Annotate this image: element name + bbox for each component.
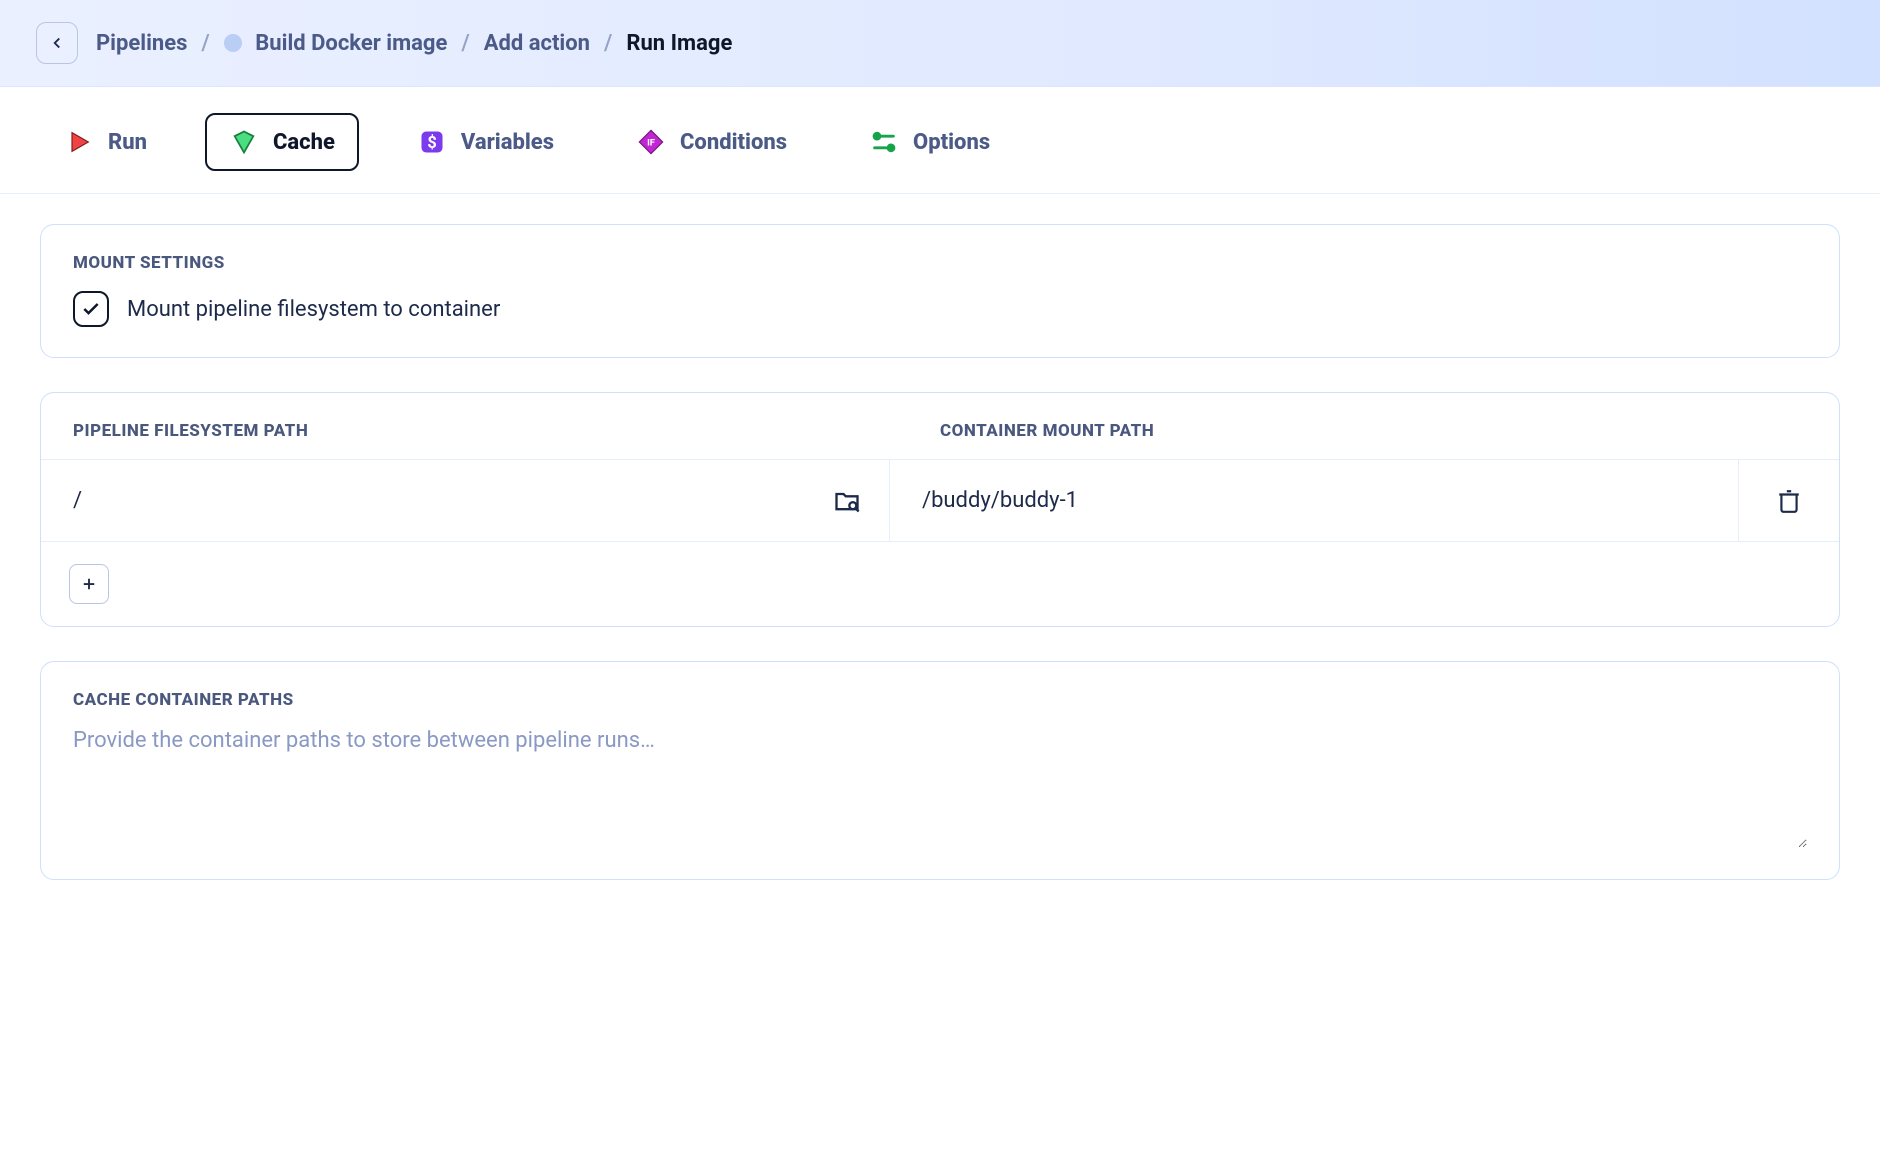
- tab-options[interactable]: Options: [845, 113, 1014, 171]
- svg-text:$: $: [427, 133, 436, 152]
- dollar-icon: $: [417, 127, 447, 157]
- cache-paths-title: Cache Container Paths: [41, 662, 1839, 728]
- path-headers: Pipeline Filesystem Path Container Mount…: [41, 393, 1839, 459]
- cache-paths-textarea[interactable]: [73, 728, 1807, 848]
- path-row: [41, 459, 1839, 541]
- tab-label: Options: [913, 130, 990, 155]
- add-path-button[interactable]: [69, 564, 109, 604]
- tab-label: Conditions: [680, 130, 787, 155]
- svg-text:IF: IF: [647, 138, 655, 149]
- crumb-label: Build Docker image: [255, 31, 447, 56]
- mount-checkbox-label: Mount pipeline filesystem to container: [127, 297, 500, 322]
- tab-cache[interactable]: Cache: [205, 113, 359, 171]
- crumb-run-image: Run Image: [626, 31, 732, 56]
- delete-path-button[interactable]: [1739, 460, 1839, 541]
- page-header: Pipelines / Build Docker image / Add act…: [0, 0, 1880, 87]
- shield-icon: [229, 127, 259, 157]
- cache-paths-panel: Cache Container Paths: [40, 661, 1840, 880]
- play-icon: [64, 127, 94, 157]
- mount-settings-title: Mount Settings: [41, 225, 1839, 291]
- crumb-separator: /: [604, 31, 612, 56]
- crumb-pipelines[interactable]: Pipelines: [96, 31, 187, 56]
- mount-filesystem-checkbox[interactable]: [73, 291, 109, 327]
- check-icon: [81, 299, 101, 319]
- main-content: Mount Settings Mount pipeline filesystem…: [0, 194, 1880, 964]
- mount-settings-panel: Mount Settings Mount pipeline filesystem…: [40, 224, 1840, 358]
- fs-path-input[interactable]: [73, 488, 857, 513]
- mount-checkbox-row: Mount pipeline filesystem to container: [41, 291, 1839, 357]
- container-path-input[interactable]: [922, 488, 1706, 513]
- trash-icon: [1776, 488, 1802, 514]
- tab-variables[interactable]: $ Variables: [393, 113, 578, 171]
- add-path-row: [41, 541, 1839, 626]
- fs-path-cell: [41, 460, 890, 541]
- chevron-left-icon: [48, 34, 66, 52]
- back-button[interactable]: [36, 22, 78, 64]
- tab-label: Variables: [461, 130, 554, 155]
- if-icon: IF: [636, 127, 666, 157]
- fs-path-header: Pipeline Filesystem Path: [73, 421, 940, 441]
- crumb-separator: /: [461, 31, 469, 56]
- folder-search-icon: [833, 487, 861, 515]
- tab-run[interactable]: Run: [40, 113, 171, 171]
- tab-label: Cache: [273, 130, 335, 155]
- crumb-add-action[interactable]: Add action: [484, 31, 590, 56]
- browse-button[interactable]: [833, 487, 861, 515]
- plus-icon: [80, 575, 98, 593]
- path-mapping-panel: Pipeline Filesystem Path Container Mount…: [40, 392, 1840, 627]
- settings-icon: [869, 127, 899, 157]
- tab-bar: Run Cache $ Variables IF Conditions Opti…: [0, 87, 1880, 194]
- container-path-cell: [890, 460, 1739, 541]
- crumb-build-docker-image[interactable]: Build Docker image: [224, 31, 448, 56]
- status-dot-icon: [224, 34, 242, 52]
- container-path-header: Container Mount Path: [940, 421, 1807, 441]
- tab-label: Run: [108, 130, 147, 155]
- breadcrumb: Pipelines / Build Docker image / Add act…: [96, 31, 732, 56]
- tab-conditions[interactable]: IF Conditions: [612, 113, 811, 171]
- crumb-separator: /: [201, 31, 209, 56]
